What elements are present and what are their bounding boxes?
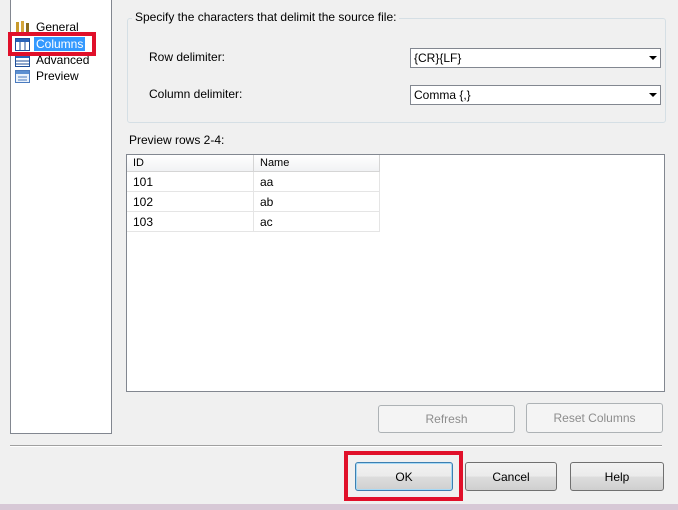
column-delimiter-dropdown[interactable]: Comma {,} [410,85,661,105]
window-bottom-edge [0,504,678,510]
nav-item-columns[interactable]: Columns [15,36,86,52]
nav-label-advanced: Advanced [36,53,90,67]
table-cell: ac [253,211,380,232]
chevron-down-icon[interactable] [646,86,660,104]
ok-button[interactable]: OK [355,462,453,491]
wrench-icon [16,20,29,33]
preview-table: ID Name 101 aa 102 ab 103 ac [127,155,380,232]
chevron-down-icon[interactable] [646,49,660,67]
table-row[interactable]: 101 aa [127,171,380,192]
table-cell: aa [253,171,380,192]
nav-label-preview: Preview [36,69,79,83]
help-button[interactable]: Help [570,462,664,491]
row-delimiter-value: {CR}{LF} [414,51,462,65]
nav-item-preview[interactable]: Preview [15,68,81,84]
delimiter-group-title: Specify the characters that delimit the … [132,10,400,24]
preview-label: Preview rows 2-4: [129,133,225,147]
navigation-pane: General Columns Advanced Preview [10,0,112,434]
cancel-button[interactable]: Cancel [465,462,557,491]
columns-icon [15,37,30,51]
column-delimiter-label: Column delimiter: [149,87,243,101]
table-icon [15,53,30,67]
nav-label-general: General [36,20,79,34]
table-cell: 102 [127,191,254,212]
row-delimiter-dropdown[interactable]: {CR}{LF} [410,48,661,68]
preview-grid[interactable]: ID Name 101 aa 102 ab 103 ac [126,154,665,392]
table-cell: 101 [127,171,254,192]
table-cell: ab [253,191,380,212]
nav-item-advanced[interactable]: Advanced [15,52,91,68]
divider [10,445,662,447]
row-delimiter-label: Row delimiter: [149,50,226,64]
column-header-name[interactable]: Name [253,155,380,172]
refresh-button[interactable]: Refresh [378,405,515,433]
delimiter-group [127,18,666,123]
preview-icon [15,69,30,83]
column-delimiter-value: Comma {,} [414,88,471,102]
table-row[interactable]: 102 ab [127,191,380,212]
table-row[interactable]: 103 ac [127,211,380,232]
column-header-id[interactable]: ID [127,155,254,172]
nav-label-columns: Columns [34,37,86,51]
table-header-row: ID Name [127,155,380,172]
nav-item-general[interactable]: General [15,19,81,35]
table-cell: 103 [127,211,254,232]
reset-columns-button[interactable]: Reset Columns [526,403,663,433]
